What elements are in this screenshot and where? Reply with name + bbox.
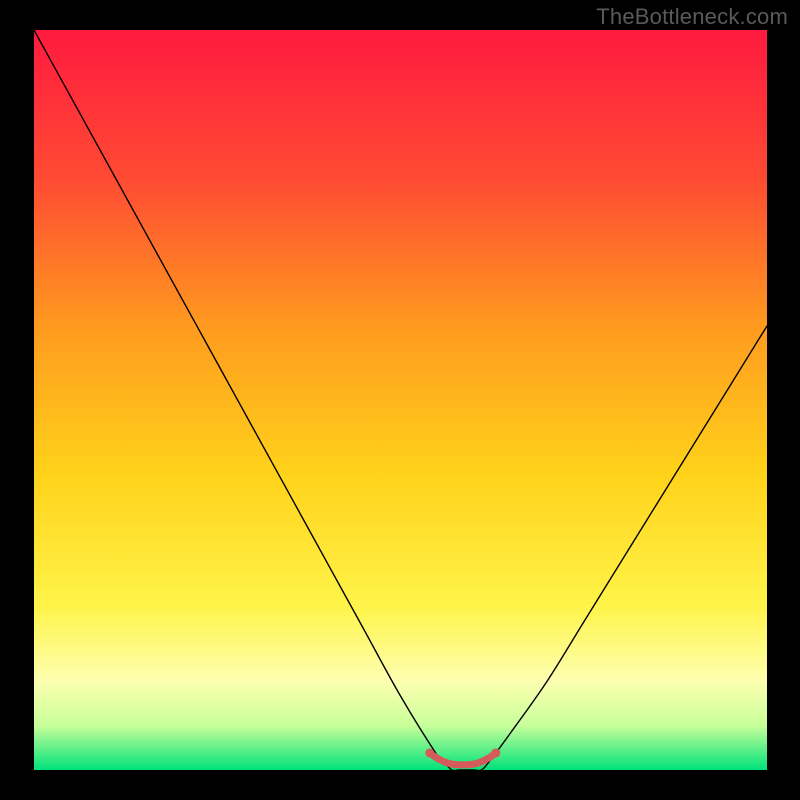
valley-left-cap <box>425 748 434 757</box>
gradient-background <box>34 30 767 770</box>
bottleneck-chart <box>0 0 800 800</box>
valley-right-cap <box>491 748 500 757</box>
watermark-text: TheBottleneck.com <box>596 4 788 30</box>
chart-canvas <box>0 0 800 800</box>
